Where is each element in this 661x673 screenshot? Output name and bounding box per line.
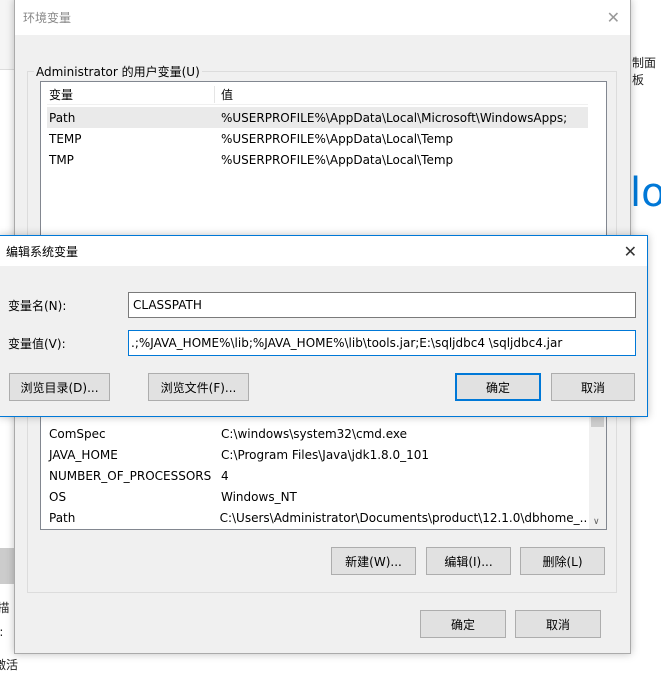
ok-button[interactable]: 确定 [455, 373, 541, 401]
var-name: TMP [49, 152, 74, 167]
var-value: %USERPROFILE%\AppData\Local\Temp [221, 131, 454, 146]
list-item[interactable]: JAVA_HOME C:\Program Files\Java\jdk1.8.0… [47, 444, 588, 465]
list-item[interactable]: TMP %USERPROFILE%\AppData\Local\Temp [47, 149, 588, 170]
var-name: JAVA_HOME [49, 447, 118, 462]
column-header-value[interactable]: 值 [215, 86, 233, 103]
column-header-name[interactable]: 变量 [47, 85, 215, 103]
var-name: Path [49, 510, 76, 525]
dialog-title: 环境变量 [23, 11, 72, 25]
delete-button[interactable]: 删除(L) [520, 547, 605, 575]
list-item[interactable]: ComSpec C:\windows\system32\cmd.exe [47, 423, 588, 444]
list-item[interactable]: OS Windows_NT [47, 486, 588, 507]
cancel-button[interactable]: 取消 [515, 610, 601, 638]
var-value: Windows_NT [221, 489, 297, 504]
group-label: Administrator 的用户变量(U) [34, 63, 202, 80]
var-value: %USERPROFILE%\AppData\Local\Temp [221, 152, 454, 167]
edit-button[interactable]: 编辑(I)... [426, 547, 511, 575]
background-panel [0, 548, 14, 584]
var-value: %USERPROFILE%\AppData\Local\Microsoft\Wi… [221, 110, 568, 125]
title-bar: 编辑系统变量 ✕ [0, 236, 647, 266]
new-button[interactable]: 新建(W)... [331, 547, 416, 575]
list-item[interactable]: Path %USERPROFILE%\AppData\Local\Microso… [47, 107, 588, 128]
var-value: C:\windows\system32\cmd.exe [221, 426, 407, 441]
list-item[interactable]: TEMP %USERPROFILE%\AppData\Local\Temp [47, 128, 588, 149]
chevron-down-icon[interactable]: ∨ [593, 517, 600, 527]
var-value: C:\Program Files\Java\jdk1.8.0_101 [221, 447, 430, 462]
var-name: ComSpec [49, 426, 106, 441]
background-left-text: l描 [0, 601, 10, 615]
background-left-text: i: [0, 625, 3, 639]
background-strip [0, 0, 14, 70]
cancel-button[interactable]: 取消 [551, 373, 635, 401]
variable-name-input[interactable]: CLASSPATH [128, 292, 636, 318]
browse-directory-button[interactable]: 浏览目录(D)... [9, 373, 110, 401]
list-item[interactable]: NUMBER_OF_PROCESSORS 4 [47, 465, 588, 486]
background-big-text: lo [630, 170, 661, 216]
background-right-text: 制面板 [632, 56, 657, 87]
edit-system-variable-dialog: 编辑系统变量 ✕ 变量名(N): CLASSPATH 变量值(V): .;%JA… [0, 235, 648, 417]
var-name: OS [49, 489, 67, 504]
system-variables-list[interactable]: ComSpec C:\windows\system32\cmd.exe JAVA… [40, 400, 607, 530]
var-name: Path [49, 110, 76, 125]
scrollbar[interactable]: ∨ [589, 401, 606, 529]
var-name: TEMP [49, 131, 82, 146]
list-item[interactable]: Path C:\Users\Administrator\Documents\pr… [47, 507, 588, 528]
background-left-text: 激活 [0, 658, 19, 672]
list-header: 变量 值 [47, 84, 588, 105]
dialog-title: 编辑系统变量 [6, 244, 79, 259]
var-value: 4 [221, 468, 229, 483]
close-icon[interactable]: ✕ [624, 242, 637, 261]
variable-name-label: 变量名(N): [8, 299, 67, 313]
close-icon[interactable]: ✕ [607, 8, 620, 27]
ok-button[interactable]: 确定 [420, 610, 506, 638]
variable-value-label: 变量值(V): [8, 337, 66, 351]
browse-file-button[interactable]: 浏览文件(F)... [148, 373, 249, 401]
title-bar: 环境变量 ✕ [15, 0, 630, 35]
var-name: NUMBER_OF_PROCESSORS [49, 468, 212, 483]
variable-value-input[interactable]: .;%JAVA_HOME%\lib;%JAVA_HOME%\lib\tools.… [128, 330, 636, 356]
var-value: C:\Users\Administrator\Documents\product… [219, 510, 588, 525]
